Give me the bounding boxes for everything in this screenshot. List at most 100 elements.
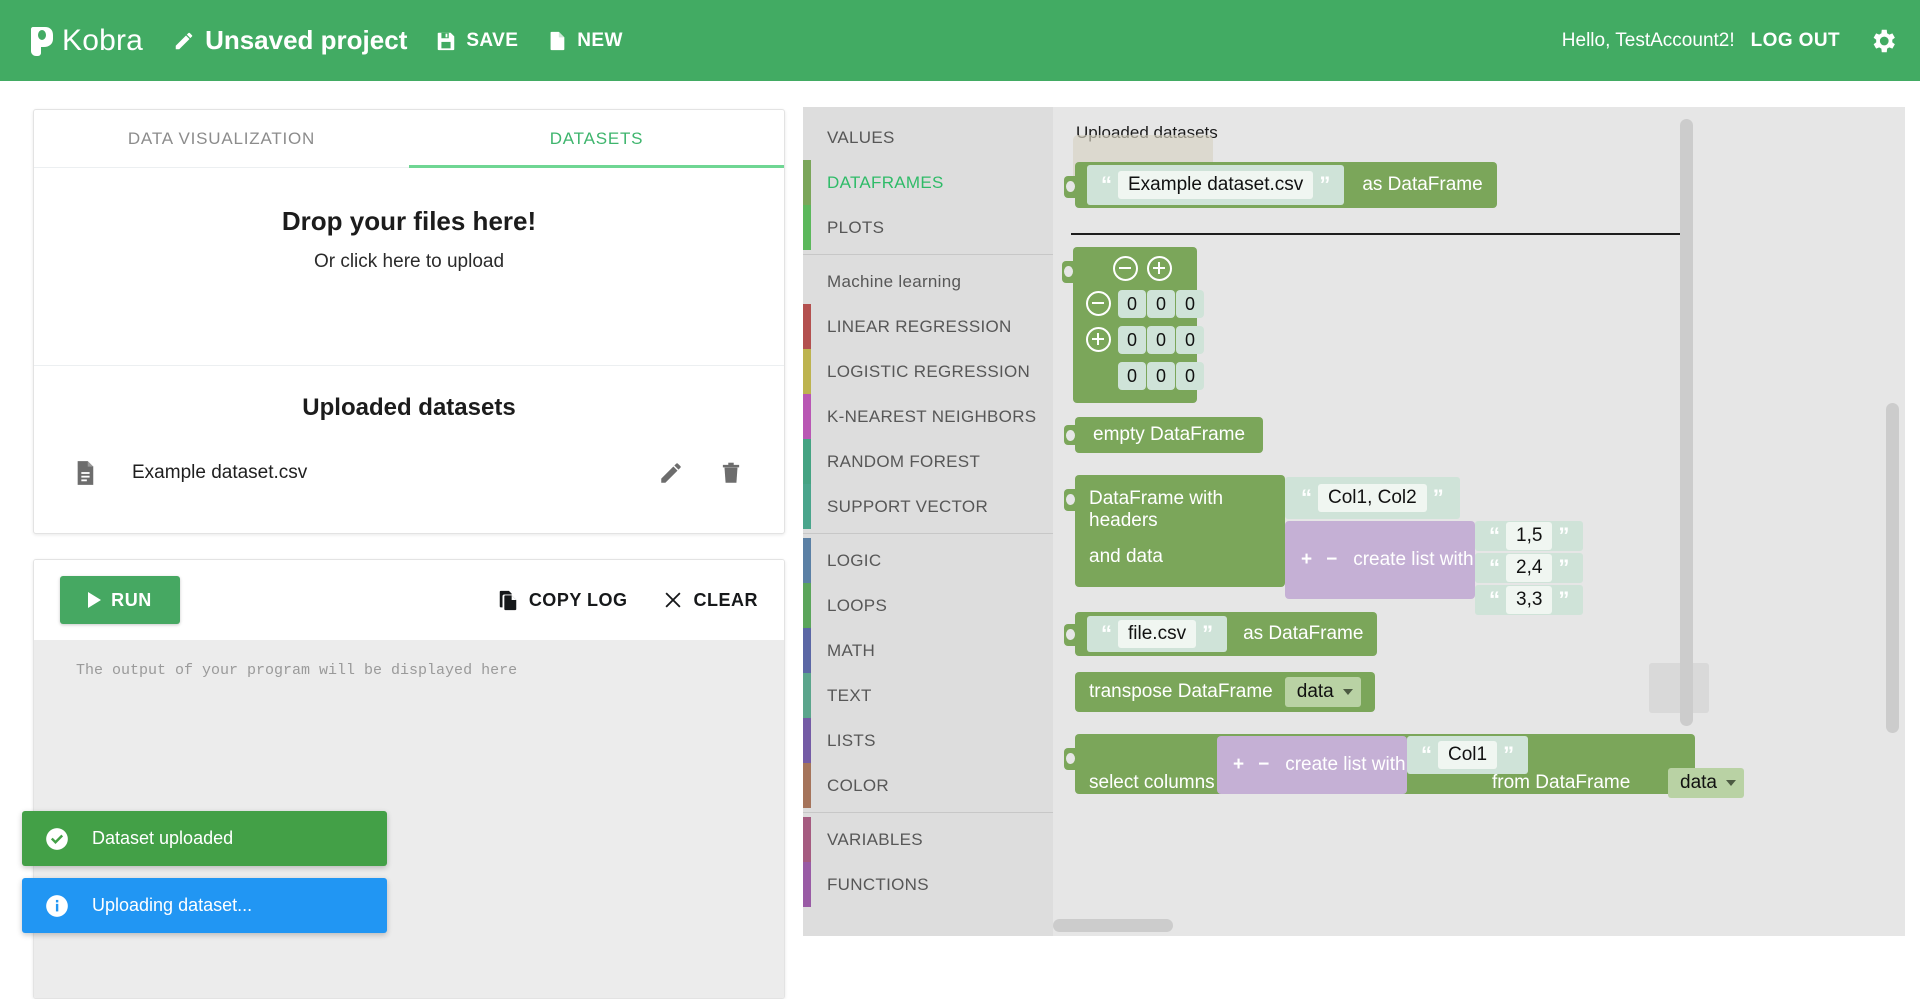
chevron-down-icon	[1725, 780, 1736, 786]
project-name-group[interactable]: Unsaved project	[173, 25, 407, 56]
block-matrix[interactable]: 0 0 0 0 0 0 0 0 0	[1062, 247, 1204, 403]
list-item-slot[interactable]: “ 3,3 ”	[1475, 585, 1584, 615]
toolbox-divider	[803, 533, 1053, 534]
toolbox-item-k-nearest-neighbors[interactable]: K-NEAREST NEIGHBORS	[803, 394, 1053, 439]
block-dataframe-with-headers[interactable]: DataFrame with headers and data	[1064, 475, 1285, 587]
category-color-bar	[803, 817, 811, 862]
flyout-divider	[1071, 233, 1691, 235]
toast-dataset-uploaded[interactable]: Dataset uploaded	[22, 811, 387, 866]
pencil-icon	[173, 30, 195, 52]
dataset-list-item[interactable]: Example dataset.csv	[34, 444, 784, 502]
dataframe-dropdown[interactable]: data	[1284, 677, 1361, 707]
block-empty-dataframe[interactable]: empty DataFrame	[1064, 417, 1264, 453]
plus-circle-icon[interactable]	[1086, 327, 1111, 352]
quote-open-icon: “	[1489, 587, 1500, 612]
list-item-slot[interactable]: “ 1,5 ”	[1475, 521, 1584, 551]
gear-icon[interactable]	[1868, 26, 1898, 56]
quote-close-icon: ”	[1558, 587, 1570, 612]
tab-datasets[interactable]: DATASETS	[409, 110, 784, 168]
list-item-field[interactable]: 3,3	[1506, 586, 1553, 614]
dataset-value-field[interactable]: Example dataset.csv	[1118, 171, 1314, 199]
matrix-cell[interactable]: 0	[1118, 290, 1146, 318]
edit-dataset-button[interactable]	[658, 460, 684, 486]
list-add-item-button[interactable]: +	[1301, 549, 1312, 571]
toolbox-item-dataframes[interactable]: DATAFRAMES	[803, 160, 1053, 205]
toolbox-item-values[interactable]: VALUES	[803, 115, 1053, 160]
minus-circle-icon[interactable]	[1086, 291, 1111, 316]
matrix-cell[interactable]: 0	[1118, 362, 1146, 390]
list-remove-item-button[interactable]: −	[1326, 549, 1337, 571]
dataset-name: Example dataset.csv	[132, 462, 308, 483]
project-title: Unsaved project	[205, 25, 408, 55]
delete-dataset-button[interactable]	[718, 460, 744, 486]
headers-string-slot[interactable]: “ Col1, Col2 ”	[1285, 477, 1460, 519]
copy-log-button[interactable]: COPY LOG	[497, 589, 628, 611]
block-transpose-dataframe[interactable]: transpose DataFrame data	[1075, 672, 1375, 712]
toolbox-item-math[interactable]: MATH	[803, 628, 1053, 673]
toolbox-item-color[interactable]: COLOR	[803, 763, 1053, 808]
minus-circle-icon[interactable]	[1113, 256, 1138, 281]
plus-circle-icon[interactable]	[1147, 256, 1172, 281]
string-slot[interactable]: “ Example dataset.csv ”	[1087, 165, 1345, 205]
blockly-flyout[interactable]: Uploaded datasets on run “ Example datas…	[1053, 107, 1905, 936]
toolbox-item-support-vector[interactable]: SUPPORT VECTOR	[803, 484, 1053, 529]
category-color-bar	[803, 628, 811, 673]
workspace-scrollbar[interactable]	[1886, 403, 1899, 733]
new-label: NEW	[577, 29, 623, 51]
block-connector	[1064, 425, 1076, 445]
new-button[interactable]: NEW	[546, 29, 623, 53]
toolbox-item-text[interactable]: TEXT	[803, 673, 1053, 718]
toolbox-item-variables[interactable]: VARIABLES	[803, 817, 1053, 862]
toolbox-item-logistic-regression[interactable]: LOGISTIC REGRESSION	[803, 349, 1053, 394]
toolbox-item-plots[interactable]: PLOTS	[803, 205, 1053, 250]
list-item-field[interactable]: Col1	[1438, 741, 1498, 769]
block-create-list-headers[interactable]: + − create list with	[1285, 521, 1475, 599]
list-item-slot[interactable]: “ Col1 ”	[1407, 736, 1529, 774]
list-item-field[interactable]: 2,4	[1506, 554, 1553, 582]
save-button[interactable]: SAVE	[435, 29, 518, 53]
file-value-field[interactable]: file.csv	[1118, 620, 1197, 648]
headers-value-field[interactable]: Col1, Col2	[1318, 484, 1427, 512]
toolbox-item-logic[interactable]: LOGIC	[803, 538, 1053, 583]
toast-uploading-dataset[interactable]: Uploading dataset...	[22, 878, 387, 933]
matrix-cell[interactable]: 0	[1176, 290, 1204, 318]
clear-log-button[interactable]: CLEAR	[662, 589, 759, 611]
block-create-list-columns[interactable]: + − create list with	[1217, 736, 1407, 794]
dropdown-value: data	[1296, 681, 1334, 702]
matrix-cell[interactable]: 0	[1147, 326, 1175, 354]
string-slot[interactable]: “ file.csv ”	[1087, 616, 1228, 652]
brand-logo[interactable]: Kobra	[28, 24, 143, 58]
flyout-scrollbar[interactable]	[1680, 119, 1693, 726]
category-color-bar	[803, 484, 811, 529]
matrix-cell[interactable]: 0	[1118, 326, 1146, 354]
list-item-field[interactable]: 1,5	[1506, 522, 1553, 550]
file-dropzone[interactable]: Drop your files here! Or click here to u…	[34, 168, 784, 366]
list-item-slot[interactable]: “ 2,4 ”	[1475, 553, 1584, 583]
category-color-bar	[803, 862, 811, 907]
toolbox-item-label: SUPPORT VECTOR	[827, 496, 989, 516]
toolbox-item-lists[interactable]: LISTS	[803, 718, 1053, 763]
matrix-cell[interactable]: 0	[1147, 362, 1175, 390]
matrix-cell[interactable]: 0	[1147, 290, 1175, 318]
list-add-item-button[interactable]: +	[1233, 754, 1244, 776]
matrix-cell[interactable]: 0	[1176, 362, 1204, 390]
list-remove-item-button[interactable]: −	[1258, 754, 1269, 776]
toolbox-item-random-forest[interactable]: RANDOM FOREST	[803, 439, 1053, 484]
close-x-icon	[662, 589, 684, 611]
logout-button[interactable]: LOG OUT	[1751, 30, 1840, 52]
tab-data-visualization[interactable]: DATA VISUALIZATION	[34, 110, 409, 168]
quote-open-icon: “	[1489, 523, 1500, 548]
block-load-file[interactable]: “ file.csv ” as DataFrame	[1064, 612, 1378, 656]
block-load-dataset[interactable]: “ Example dataset.csv ” as DataFrame	[1064, 162, 1497, 208]
flyout-horizontal-scrollbar[interactable]	[1053, 919, 1173, 932]
toolbox-divider	[803, 812, 1053, 813]
toolbox-item-loops[interactable]: LOOPS	[803, 583, 1053, 628]
run-button[interactable]: RUN	[60, 576, 180, 624]
toolbox-item-label: FUNCTIONS	[827, 874, 929, 894]
dataframe-dropdown[interactable]: data	[1668, 768, 1744, 798]
tab-data-visualization-label: DATA VISUALIZATION	[127, 129, 316, 148]
toolbox-item-linear-regression[interactable]: LINEAR REGRESSION	[803, 304, 1053, 349]
matrix-cell[interactable]: 0	[1176, 326, 1204, 354]
toolbox-item-functions[interactable]: FUNCTIONS	[803, 862, 1053, 907]
block-label-data: and data	[1089, 546, 1163, 567]
